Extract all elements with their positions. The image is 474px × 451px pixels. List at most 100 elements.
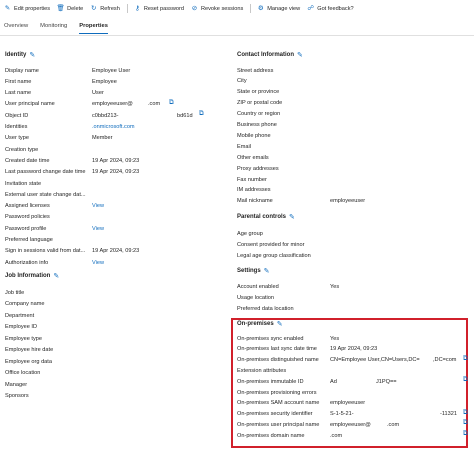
parental-controls-title: Parental controls [237,214,287,220]
property-value: User [92,90,104,97]
edit-identity-icon[interactable]: ✎ [29,51,35,59]
edit-job-icon[interactable]: ✎ [53,272,59,280]
copy-icon[interactable]: ⧉ [199,110,204,118]
property-label: ZIP or postal code [237,100,283,107]
property-value: Member [92,135,113,142]
property-label: Creation type [5,146,39,153]
property-row: IM addresses [237,186,467,195]
property-row: First name Employee [5,77,225,86]
copy-icon[interactable]: ⧉ [463,409,468,417]
property-row: Assigned licenses View [5,202,225,211]
property-label: Preferred data location [237,305,294,312]
copy-icon[interactable]: ⧉ [463,419,468,427]
job-information-section-header: Job Information ✎ [5,272,59,280]
identity-section-header: Identity ✎ [5,51,35,59]
property-row: Extension attributes [237,366,465,375]
key-icon: ⚷ [134,5,140,12]
property-label: Job title [5,289,25,296]
property-row: Last name User [5,89,225,98]
property-value: .com [330,432,343,439]
refresh-label: Refresh [100,5,120,12]
property-row: Department [5,311,225,320]
property-row: Display name Employee User [5,66,225,75]
reset-password-button[interactable]: ⚷ Reset password [134,5,184,12]
property-link[interactable]: View [92,226,104,232]
property-value: 19 Apr 2024, 09:23 [92,248,140,255]
tab-monitoring[interactable]: Monitoring [40,23,67,34]
property-row: Preferred language [5,236,225,245]
property-row: Invitation state [5,179,225,188]
property-value-part: .com [387,421,400,428]
property-value: c0bbd213- [92,112,119,119]
edit-parental-icon[interactable]: ✎ [289,213,295,221]
delete-button[interactable]: 🗑 Delete [56,5,84,12]
property-label: Employee hire date [5,347,54,353]
property-row: Created date time 19 Apr 2024, 09:23 [5,156,225,165]
property-label: Extension attributes [237,367,287,374]
property-label: On-premises last sync date time [237,346,317,353]
property-value: 19 Apr 2024, 09:23 [92,169,140,176]
feedback-icon: ☍ [307,5,315,12]
property-row: State or province [237,88,467,97]
property-row: External user state change dat... [5,190,225,199]
property-label: Street address [237,67,274,74]
property-row: Street address [237,66,467,75]
property-label: On-premises immutable ID [237,378,304,385]
feedback-button[interactable]: ☍ Got feedback? [307,5,353,12]
property-row: Legal age group classification [237,251,467,260]
property-value: employeeuser [330,400,366,407]
property-label: Last password change date time [5,169,86,176]
property-row: ZIP or postal code [237,99,467,108]
property-label: Mobile phone [237,132,271,139]
property-label: Company name [5,301,45,307]
edit-onprem-icon[interactable]: ✎ [277,320,283,328]
edit-settings-icon[interactable]: ✎ [264,267,270,275]
property-row: Consent provided for minor [237,240,467,249]
property-link[interactable]: .onmicrosoft.com [92,124,135,130]
copy-icon[interactable]: ⧉ [463,430,468,438]
revoke-sessions-button[interactable]: ⊘ Revoke sessions [191,5,244,12]
property-value: Yes [330,335,340,342]
settings-section-header: Settings ✎ [237,267,270,275]
manage-view-button[interactable]: ⚙ Manage view [257,5,300,12]
property-value: CN=Employee User,CN=Users,DC= [330,357,420,364]
property-link[interactable]: View [92,260,104,266]
property-row: Email [237,142,467,151]
property-link[interactable]: View [92,203,104,209]
property-row: User principal name employeeuser@ .com ⧉ [5,99,225,109]
property-value: 19 Apr 2024, 09:23 [92,157,140,164]
tab-overview[interactable]: Overview [4,23,28,34]
copy-icon[interactable]: ⧉ [463,376,468,384]
property-row: On-premises sync enabled Yes [237,334,465,343]
copy-icon[interactable]: ⧉ [463,355,468,363]
property-row: Usage location [237,293,467,302]
delete-label: Delete [67,5,84,12]
property-label: First name [5,78,32,85]
property-row: User type Member [5,134,225,143]
property-value-part: .com [148,101,161,108]
refresh-button[interactable]: ↻ Refresh [90,5,120,12]
on-premises-section-header: On-premises ✎ [237,320,283,328]
edit-properties-button[interactable]: ✎ Edit properties [4,5,50,12]
property-label: On-premises sync enabled [237,335,304,342]
property-row: Password policies [5,213,225,222]
copy-icon[interactable]: ⧉ [169,99,174,107]
property-label: On-premises distinguished name [237,357,319,364]
property-label: Business phone [237,122,277,128]
edit-icon: ✎ [4,5,11,12]
block-icon: ⊘ [191,5,198,12]
property-row: Job title [5,288,225,297]
property-row: Creation type [5,145,225,154]
property-row: Age group [237,229,467,238]
property-row: On-premises SAM account name employeeuser [237,399,465,408]
property-label: Authorization info [5,259,49,266]
property-row: On-premises security identifier S-1-5-21-… [237,409,468,419]
property-row: Employee hire date [5,346,225,355]
edit-contact-icon[interactable]: ✎ [297,51,303,59]
property-label: Fax number [237,176,267,183]
refresh-icon: ↻ [91,5,97,12]
property-row: Employee ID [5,323,225,332]
property-label: On-premises domain name [237,432,305,439]
property-row: Fax number [237,175,467,184]
tab-properties[interactable]: Properties [79,23,108,34]
